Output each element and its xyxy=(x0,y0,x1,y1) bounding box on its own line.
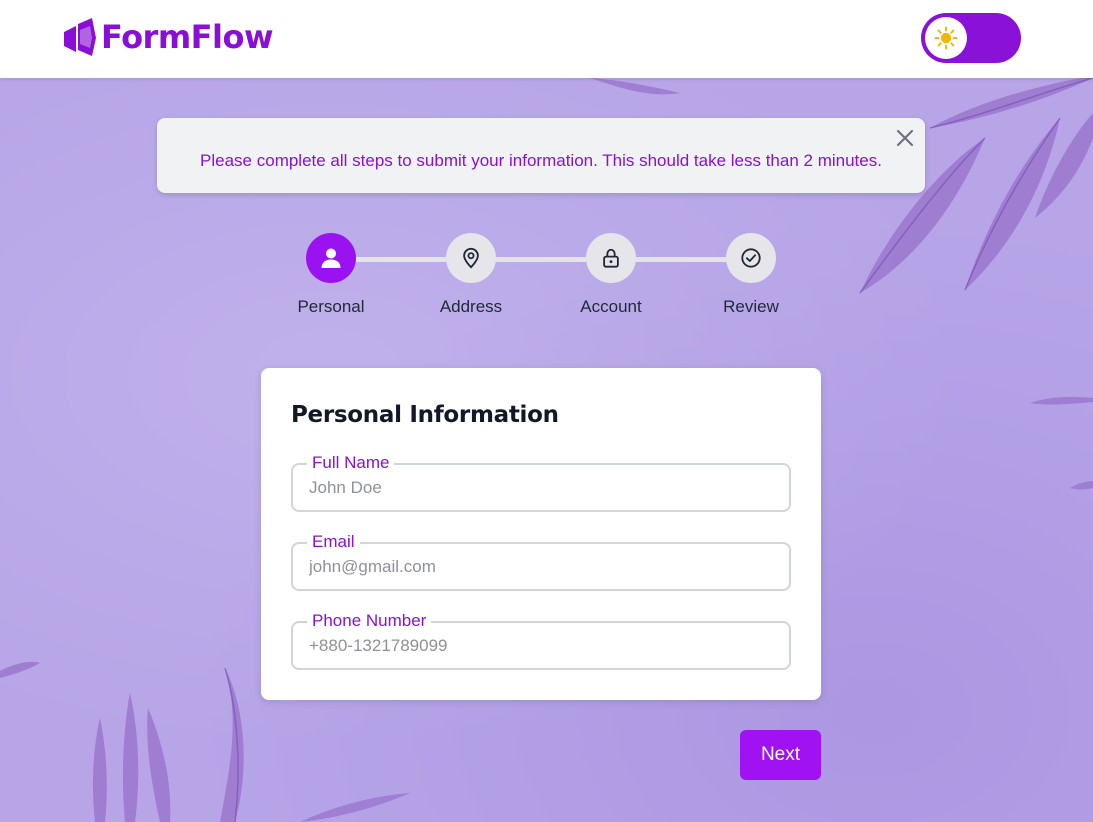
full-name-field: Full Name xyxy=(291,452,791,512)
sun-icon xyxy=(934,26,958,50)
step-label-account: Account xyxy=(580,297,642,316)
brand-logo[interactable]: FormFlow xyxy=(62,18,274,56)
phone-number-input[interactable] xyxy=(309,635,769,657)
step-personal[interactable] xyxy=(306,233,356,283)
info-alert: Please complete all steps to submit your… xyxy=(157,118,925,193)
full-name-input[interactable] xyxy=(309,477,769,499)
check-circle-icon xyxy=(741,248,761,268)
step-connector xyxy=(355,257,446,262)
step-label-personal: Personal xyxy=(297,297,365,316)
app-header: FormFlow xyxy=(0,0,1093,78)
email-field: Email xyxy=(291,531,791,591)
step-account[interactable] xyxy=(586,233,636,283)
lock-icon xyxy=(603,248,619,268)
form-title: Personal Information xyxy=(291,402,559,428)
step-connector xyxy=(635,257,726,262)
step-label-review: Review xyxy=(723,297,779,316)
brand-name: FormFlow xyxy=(101,18,274,56)
phone-number-field: Phone Number xyxy=(291,610,791,670)
step-connector xyxy=(495,257,586,262)
email-label: Email xyxy=(307,531,360,553)
step-review[interactable] xyxy=(726,233,776,283)
map-pin-icon xyxy=(463,247,479,269)
user-icon xyxy=(321,248,341,268)
theme-toggle-knob xyxy=(925,17,967,59)
next-button[interactable]: Next xyxy=(740,730,821,780)
step-label-address: Address xyxy=(439,297,503,316)
email-input[interactable] xyxy=(309,556,769,578)
full-name-label: Full Name xyxy=(307,452,395,474)
phone-number-label: Phone Number xyxy=(307,610,432,632)
personal-info-card: Personal Information Full Name Email Pho… xyxy=(261,368,821,700)
alert-message: Please complete all steps to submit your… xyxy=(200,151,882,170)
theme-toggle[interactable] xyxy=(921,13,1021,63)
step-address[interactable] xyxy=(446,233,496,283)
close-icon[interactable] xyxy=(895,128,915,148)
formflow-logo-icon xyxy=(64,18,96,56)
